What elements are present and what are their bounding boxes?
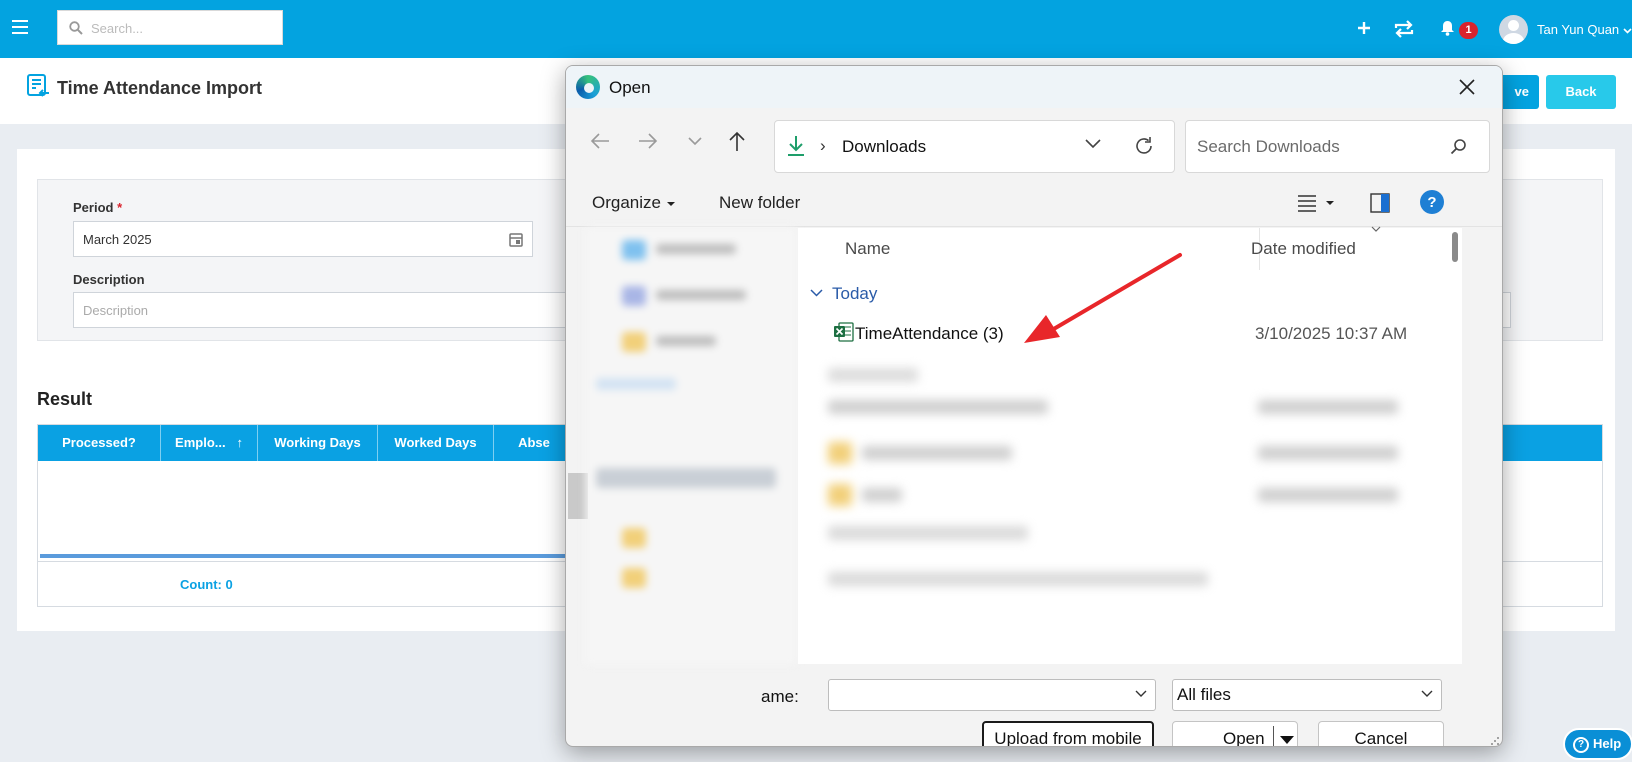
address-bar[interactable]: › Downloads <box>774 120 1175 173</box>
cancel-button[interactable]: Cancel <box>1318 721 1444 746</box>
split-divider <box>1273 726 1274 746</box>
record-count: Count: 0 <box>180 577 233 592</box>
refresh-icon[interactable] <box>1133 135 1155 157</box>
column-processed[interactable]: Processed? <box>38 425 161 461</box>
chevron-down-icon[interactable] <box>1135 690 1147 698</box>
current-location[interactable]: Downloads <box>842 137 926 157</box>
period-label: Period * <box>73 200 122 215</box>
svg-text:?: ? <box>1427 194 1436 211</box>
period-value: March 2025 <box>83 232 152 247</box>
notification-badge: 1 <box>1459 22 1478 39</box>
organize-label: Organize <box>592 193 661 212</box>
edge-browser-icon <box>576 75 600 99</box>
column-date-modified[interactable]: Date modified <box>1251 228 1356 270</box>
chevron-down-icon <box>1421 690 1433 697</box>
file-date-modified: 3/10/2025 10:37 AM <box>1255 324 1408 343</box>
result-title: Result <box>37 389 93 409</box>
chevron-down-icon <box>1623 28 1632 34</box>
filename-label: ame: <box>761 687 799 706</box>
address-history-chevron-icon[interactable] <box>1085 139 1101 149</box>
up-arrow-icon[interactable] <box>728 131 746 151</box>
global-search-input[interactable] <box>91 19 276 37</box>
file-list: Name Date modified Today TimeAttendance … <box>798 226 1462 664</box>
period-field[interactable]: March 2025 <box>73 221 533 257</box>
file-type-filter-value: All files <box>1177 685 1231 704</box>
resize-grip-icon[interactable] <box>1490 736 1500 746</box>
dialog-titlebar: Open <box>566 66 1502 108</box>
collapse-chevron-icon <box>810 289 823 297</box>
user-name-text: Tan Yun Quan <box>1537 22 1620 37</box>
excel-file-icon <box>834 322 854 342</box>
open-options-arrow-icon[interactable] <box>1280 736 1294 744</box>
filename-input[interactable] <box>828 679 1156 711</box>
dialog-title: Open <box>609 78 651 97</box>
page-title: Time Attendance Import <box>57 78 263 98</box>
command-bar: Organize New folder ? <box>566 181 1502 227</box>
file-list-scrollbar[interactable] <box>1452 232 1458 262</box>
column-employee-label: Emplo... <box>175 435 226 450</box>
search-icon[interactable] <box>1450 138 1467 155</box>
back-button[interactable]: Back <box>1546 75 1616 109</box>
user-name[interactable]: Tan Yun Quan <box>1537 22 1632 37</box>
forward-arrow-icon[interactable] <box>638 132 658 150</box>
avatar[interactable] <box>1499 15 1528 44</box>
breadcrumb-separator: › <box>820 136 826 155</box>
new-folder-button[interactable]: New folder <box>719 193 800 213</box>
switch-icon[interactable] <box>1393 19 1415 39</box>
column-worked-days[interactable]: Worked Days <box>378 425 494 461</box>
open-button-label: Open <box>1223 729 1265 747</box>
calendar-icon[interactable] <box>509 232 523 247</box>
open-file-dialog: Open › Downloads Search Downloads Organi… <box>565 65 1503 747</box>
file-name: TimeAttendance (3) <box>855 324 1004 343</box>
menu-icon[interactable] <box>12 20 28 34</box>
recent-locations-chevron-icon[interactable] <box>688 137 702 146</box>
column-absent[interactable]: Abse <box>494 425 574 461</box>
organize-menu[interactable]: Organize <box>592 193 675 213</box>
upload-from-mobile-button[interactable]: Upload from mobile <box>982 721 1154 746</box>
import-list-icon <box>27 74 49 97</box>
download-folder-icon <box>788 136 804 156</box>
period-label-text: Period <box>73 200 114 215</box>
description-label: Description <box>73 272 145 287</box>
back-arrow-icon[interactable] <box>590 132 610 150</box>
bell-icon[interactable] <box>1440 20 1455 36</box>
navigation-pane-collapse-handle[interactable] <box>568 473 588 519</box>
file-type-filter[interactable]: All files <box>1172 679 1442 711</box>
caret-down-icon <box>666 201 675 206</box>
preview-pane-icon[interactable] <box>1370 193 1390 213</box>
top-navigation-bar: 1 Tan Yun Quan <box>0 0 1632 58</box>
help-label: Help <box>1593 736 1622 751</box>
column-name[interactable]: Name <box>845 228 890 270</box>
help-icon[interactable]: ? <box>1420 190 1444 214</box>
view-options-caret-icon[interactable] <box>1326 201 1334 205</box>
search-icon <box>69 21 83 35</box>
column-employee[interactable]: Emplo... ↑ <box>161 425 258 461</box>
help-button[interactable]: ? Help <box>1563 728 1632 760</box>
open-button[interactable]: Open <box>1172 721 1298 747</box>
add-icon[interactable] <box>1358 22 1370 34</box>
close-icon[interactable] <box>1456 76 1478 98</box>
navigation-pane[interactable] <box>586 228 796 664</box>
blurred-file-entries <box>798 356 1458 664</box>
help-icon: ? <box>1573 736 1589 753</box>
sort-chevron-icon <box>1371 226 1381 232</box>
view-list-icon[interactable] <box>1298 194 1316 212</box>
sort-ascending-icon: ↑ <box>236 435 243 450</box>
file-row[interactable]: TimeAttendance (3) 3/10/2025 10:37 AM <box>798 314 1458 350</box>
global-search[interactable] <box>57 10 283 45</box>
dialog-search-placeholder: Search Downloads <box>1197 137 1340 156</box>
dialog-search-box[interactable]: Search Downloads <box>1185 120 1490 173</box>
required-marker: * <box>117 200 123 215</box>
column-working-days[interactable]: Working Days <box>258 425 378 461</box>
group-label: Today <box>832 284 878 303</box>
